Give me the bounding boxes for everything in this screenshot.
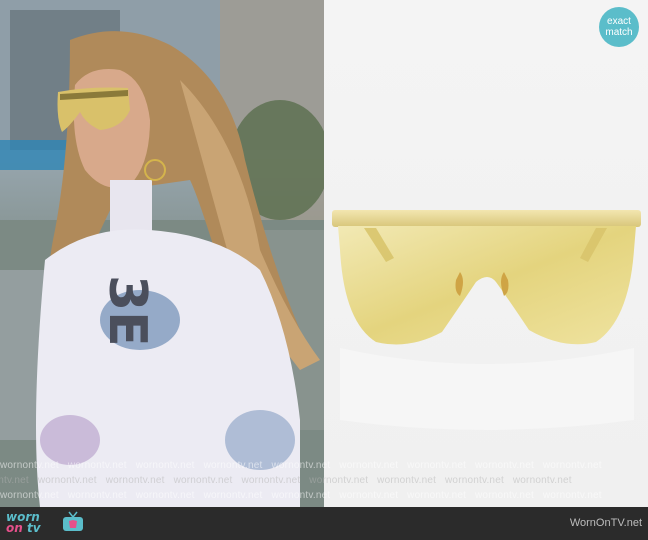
badge-line-1: exact bbox=[607, 16, 631, 27]
celebrity-photo: 3E bbox=[0, 0, 324, 507]
product-photo bbox=[324, 0, 648, 507]
logo-word-on: on bbox=[6, 521, 23, 535]
badge-line-2: match bbox=[605, 27, 633, 38]
wornontv-logo[interactable]: worn on tv bbox=[6, 510, 86, 537]
logo-text: worn on tv bbox=[6, 511, 41, 535]
celebrity-illustration: 3E bbox=[0, 0, 324, 507]
shield-sunglasses-illustration bbox=[332, 210, 641, 430]
site-credit[interactable]: WornOnTV.net bbox=[570, 517, 642, 529]
footer-bar: worn on tv WornOnTV.net bbox=[0, 507, 648, 540]
logo-word-tv: tv bbox=[26, 521, 41, 535]
exact-match-badge: exact match bbox=[599, 7, 639, 47]
tv-icon bbox=[63, 511, 83, 531]
svg-text:3E: 3E bbox=[97, 275, 157, 347]
